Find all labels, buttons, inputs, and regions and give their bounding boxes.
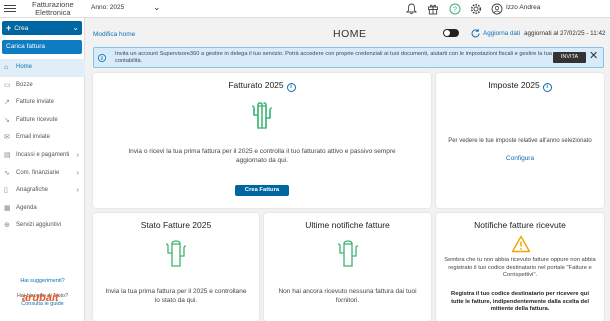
cactus-icon — [337, 240, 359, 267]
wallet-icon: ▤ — [4, 151, 11, 159]
carica-fattura-button[interactable]: Carica fattura — [2, 40, 82, 54]
info-icon[interactable]: i — [286, 83, 296, 92]
invita-button[interactable]: INVITA — [553, 52, 586, 63]
year-selector-label[interactable]: Anno: 2025 — [91, 4, 124, 11]
suggestions-link[interactable]: Hai suggerimenti? — [0, 278, 85, 284]
sidebar-item-label: Email inviate — [16, 134, 51, 141]
sidebar-nav: ⌂ Home ▭ Bozze ↗ Fatture inviate ↘ Fatture r… — [0, 59, 85, 235]
sidebar-item-label: Com. finanziarie — [16, 169, 60, 176]
modifica-home-link[interactable]: Modifica home — [93, 31, 135, 38]
sidebar-item-label: Bozze — [16, 81, 33, 88]
card-title: Fatturato 2025 i — [93, 80, 431, 92]
notifiche-title: Ultime notifiche fatture — [305, 220, 390, 230]
sidebar-item-agenda[interactable]: ▦ Agenda — [0, 200, 85, 218]
crea-label: Crea — [14, 25, 29, 32]
user-avatar-icon[interactable] — [490, 2, 504, 16]
sidebar: + Crea ⌄ Carica fattura ⌂ Home ▭ Bozze ↗ Fat… — [0, 18, 85, 321]
aggiorna-dati-link[interactable]: Aggiorna dati — [483, 30, 520, 37]
crea-button[interactable]: + Crea ⌄ — [2, 21, 82, 35]
top-bar: Fatturazione Elettronica Anno: 2025 ⌄ ? … — [0, 0, 610, 18]
configura-link[interactable]: Configura — [436, 155, 604, 162]
user-name[interactable]: Izzo Andrea — [506, 4, 540, 11]
sidebar-item-email-inviate[interactable]: ✉ Email inviate — [0, 129, 85, 147]
ricevute-bold-text: Registra il tuo codice destinatario per … — [451, 291, 589, 312]
notifiche-text: Non hai ancora ricevuto nessuna fattura … — [278, 288, 417, 304]
chevron-down-icon[interactable]: ⌄ — [153, 3, 161, 12]
info-icon[interactable]: i — [542, 83, 552, 92]
crea-fattura-button[interactable]: Crea Fattura — [235, 185, 289, 196]
sidebar-item-label: Agenda — [16, 204, 37, 211]
sidebar-item-servizi[interactable]: ⊕ Servizi aggiuntivi — [0, 217, 85, 235]
stato-title: Stato Fatture 2025 — [140, 220, 212, 230]
ricevute-title: Notifiche fatture ricevute — [474, 220, 566, 230]
gift-icon[interactable] — [426, 2, 440, 16]
stato-fatture-card: Stato Fatture 2025 Invia la tua prima fa… — [93, 213, 259, 321]
chevron-right-icon: › — [76, 151, 79, 159]
inbox-icon: ↘ — [4, 116, 10, 124]
email-icon: ✉ — [4, 134, 10, 142]
app-title[interactable]: Fatturazione Elettronica — [32, 1, 74, 17]
sidebar-item-label: Anagrafiche — [16, 187, 49, 194]
aruba-logo: arubait — [22, 292, 59, 304]
home-icon: ⌂ — [4, 64, 9, 71]
ultime-notifiche-card: Ultime notifiche fatture Non hai ancora … — [264, 213, 431, 321]
bell-icon[interactable] — [404, 2, 418, 16]
carica-label: Carica fattura — [6, 43, 46, 50]
hamburger-menu-icon[interactable] — [4, 3, 16, 15]
sidebar-item-label: Home — [16, 64, 33, 70]
fatturato-card: Fatturato 2025 i Invia o ricevi la tua pr… — [93, 73, 431, 208]
close-icon[interactable]: ✕ — [589, 51, 598, 62]
sidebar-item-anagrafiche[interactable]: ▯ Anagrafiche › — [0, 182, 85, 200]
chevron-down-icon: ⌄ — [72, 23, 79, 32]
svg-text:?: ? — [453, 7, 457, 14]
card-title: Imposte 2025 i — [436, 80, 604, 92]
chevron-right-icon: › — [76, 169, 79, 177]
imposte-card: Imposte 2025 i Per vedere le tue imposte … — [436, 73, 604, 208]
ricevute-text: Sembra che tu non abbia ricevuto fatture… — [444, 257, 596, 278]
banner-text: Invita un account Supervisore360 a gesti… — [115, 51, 552, 64]
calendar-icon: ▦ — [4, 204, 11, 212]
view-toggle[interactable] — [443, 29, 459, 37]
stato-text: Invia la tua prima fattura per il 2025 e… — [105, 288, 247, 304]
draft-icon: ▭ — [4, 81, 11, 89]
notifiche-ricevute-card: Notifiche fatture ricevute Sembra che tu… — [436, 213, 604, 321]
plus-circle-icon: ⊕ — [4, 222, 10, 230]
imposte-text: Per vedere le tue imposte relative all'a… — [448, 138, 592, 144]
plus-icon: + — [6, 23, 12, 33]
cactus-icon — [251, 102, 273, 129]
sidebar-item-label: Fatture inviate — [16, 99, 55, 106]
sidebar-item-label: Incassi e pagamenti — [16, 151, 70, 158]
gear-icon[interactable] — [469, 2, 483, 16]
sidebar-item-label: Servizi aggiuntivi — [16, 222, 62, 229]
sidebar-item-label: Fatture ricevute — [16, 116, 58, 123]
warning-icon — [511, 235, 531, 253]
app-title-line2: Elettronica — [35, 8, 71, 17]
sidebar-item-bozze[interactable]: ▭ Bozze — [0, 77, 85, 95]
page-title: HOME — [333, 28, 367, 40]
info-icon — [98, 54, 106, 62]
help-icon[interactable]: ? — [448, 2, 462, 16]
sidebar-item-fatture-ricevute[interactable]: ↘ Fatture ricevute — [0, 112, 85, 130]
sidebar-item-com-finanziarie[interactable]: ∿ Com. finanziarie › — [0, 165, 85, 183]
chevron-right-icon: › — [76, 187, 79, 195]
refresh-icon[interactable] — [470, 28, 481, 39]
address-book-icon: ▯ — [4, 187, 8, 195]
cactus-icon — [165, 240, 187, 267]
imposte-title: Imposte 2025 — [488, 80, 540, 90]
fatturato-title: Fatturato 2025 — [228, 80, 284, 90]
chart-icon: ∿ — [4, 169, 10, 177]
sidebar-item-fatture-inviate[interactable]: ↗ Fatture inviate — [0, 94, 85, 112]
fatturato-text: Invia o ricevi la tua prima fattura per … — [128, 148, 396, 164]
send-icon: ↗ — [4, 99, 10, 107]
sidebar-item-home[interactable]: ⌂ Home — [0, 59, 85, 77]
last-update-text: aggiornati al 27/02/25 - 11:42 — [524, 30, 606, 37]
sidebar-item-incassi[interactable]: ▤ Incassi e pagamenti › — [0, 147, 85, 165]
invite-banner: Invita un account Supervisore360 a gesti… — [93, 47, 604, 68]
